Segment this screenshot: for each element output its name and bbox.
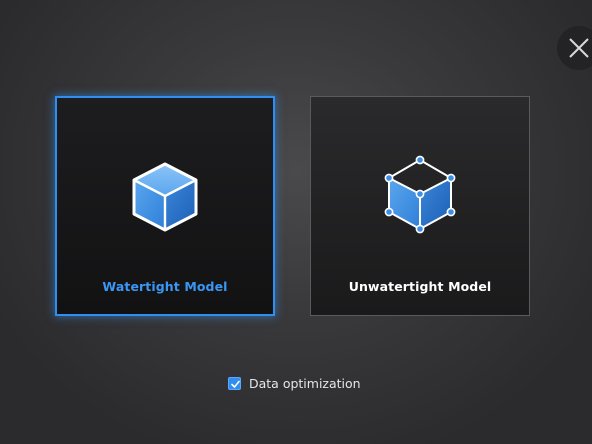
close-button[interactable] bbox=[557, 26, 592, 70]
checkmark-icon bbox=[231, 380, 240, 388]
data-optimization-label: Data optimization bbox=[249, 375, 361, 391]
data-optimization-option[interactable]: Data optimization bbox=[228, 375, 361, 391]
wireframe-cube-icon bbox=[311, 147, 529, 237]
close-icon bbox=[569, 38, 589, 58]
data-optimization-checkbox[interactable] bbox=[228, 376, 241, 390]
unwatertight-model-label: Unwatertight Model bbox=[348, 279, 492, 294]
watertight-model-label: Watertight Model bbox=[102, 279, 228, 294]
solid-cube-icon bbox=[57, 148, 273, 238]
unwatertight-model-card[interactable]: Unwatertight Model bbox=[310, 96, 530, 316]
watertight-model-card[interactable]: Watertight Model bbox=[55, 96, 275, 316]
